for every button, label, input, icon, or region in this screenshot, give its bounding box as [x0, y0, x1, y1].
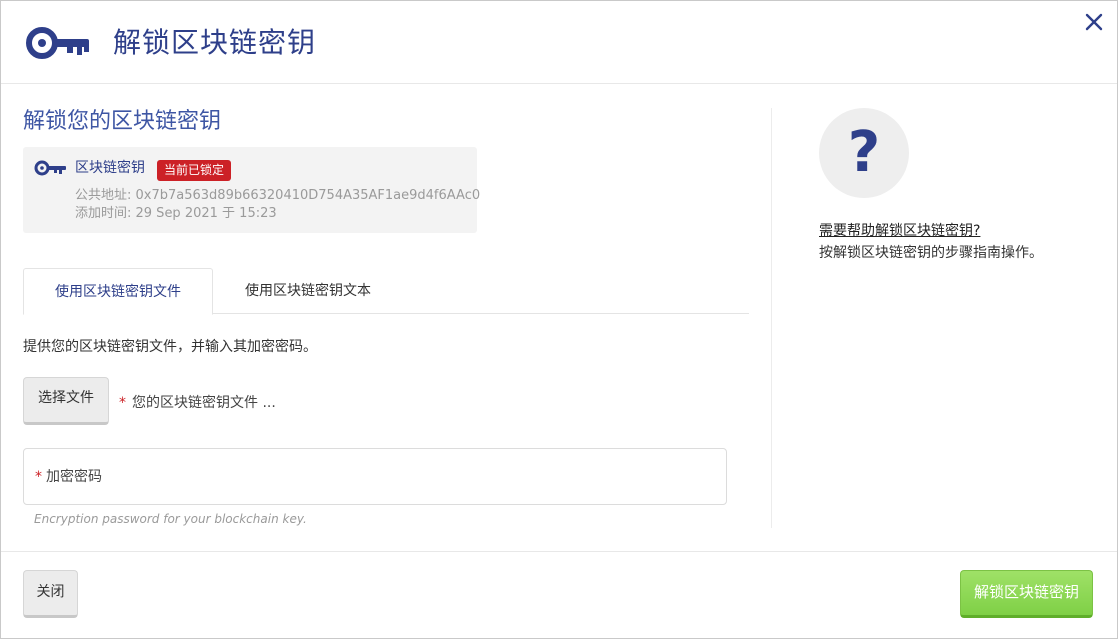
required-mark: * — [119, 395, 126, 411]
password-field: * — [23, 448, 727, 505]
column-divider — [771, 108, 772, 528]
tab-key-file[interactable]: 使用区块链密钥文件 — [23, 268, 213, 315]
instruction-text: 提供您的区块链密钥文件，并输入其加密密码。 — [23, 339, 317, 355]
unlock-key-button[interactable]: 解锁区块链密钥 — [960, 570, 1093, 618]
password-input[interactable] — [46, 463, 706, 491]
modal-header: 解锁区块链密钥 — [1, 1, 1117, 84]
key-icon — [33, 159, 67, 177]
required-mark: * — [35, 469, 42, 485]
modal-title: 解锁区块链密钥 — [113, 26, 317, 59]
help-description: 按解锁区块链密钥的步骤指南操作。 — [819, 245, 1043, 261]
password-hint: Encryption password for your blockchain … — [34, 512, 307, 526]
added-time: 添加时间: 29 Sep 2021 于 15:23 — [75, 206, 277, 221]
status-badge: 当前已锁定 — [157, 160, 232, 181]
section-title: 解锁您的区块链密钥 — [23, 109, 222, 134]
close-footer-button[interactable]: 关闭 — [23, 570, 78, 618]
key-name: 区块链密钥 — [75, 160, 145, 176]
tab-bar: 使用区块链密钥文件 使用区块链密钥文本 — [23, 268, 749, 315]
key-card: 区块链密钥 当前已锁定 公共地址: 0x7b7a563d89b66320410D… — [23, 147, 481, 233]
public-address: 公共地址: 0x7b7a563d89b66320410D754A35AF1ae9… — [75, 188, 481, 203]
tab-key-text[interactable]: 使用区块链密钥文本 — [213, 268, 403, 314]
close-icon — [1085, 13, 1103, 35]
file-placeholder: 您的区块链密钥文件 ... — [132, 395, 276, 411]
modal-footer — [1, 551, 1117, 639]
close-button[interactable] — [1079, 9, 1109, 39]
unlock-key-modal: 解锁区块链密钥 解锁您的区块链密钥 区块链密钥 当前已锁定 公共地址: 0x7b… — [0, 0, 1118, 639]
choose-file-button[interactable]: 选择文件 — [23, 377, 109, 425]
help-link[interactable]: 需要帮助解锁区块链密钥? — [819, 221, 980, 241]
help-icon: ? — [819, 108, 909, 198]
key-icon — [23, 23, 91, 63]
